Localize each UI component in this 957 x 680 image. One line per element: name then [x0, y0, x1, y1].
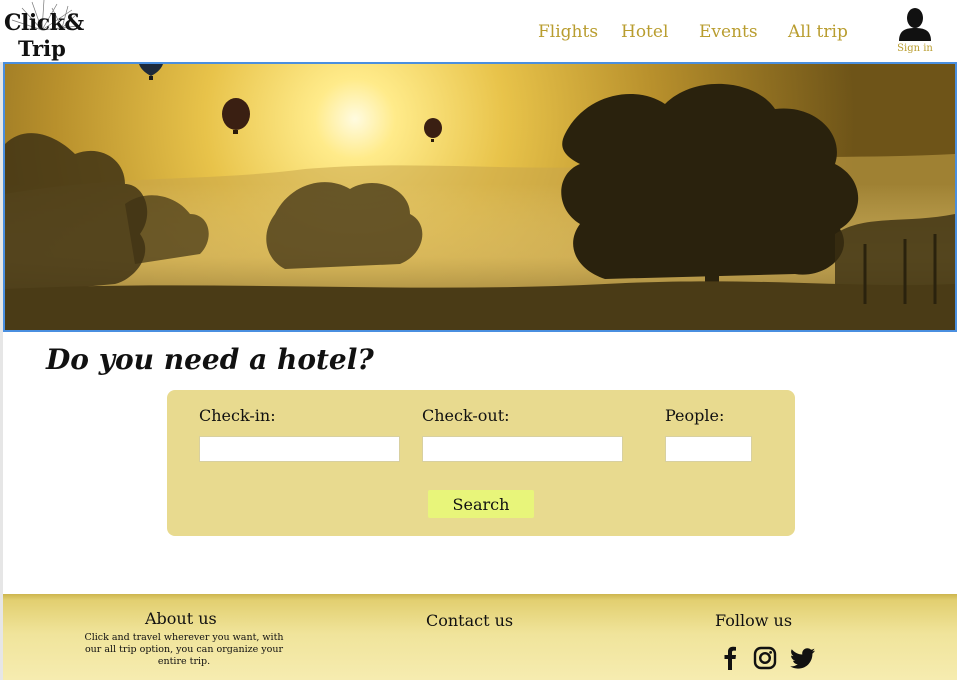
about-us-title[interactable]: About us — [145, 609, 217, 628]
hotel-search-form: Check-in: Check-out: People: Search — [167, 390, 795, 536]
instagram-icon[interactable] — [753, 646, 777, 670]
logo-line2: Trip — [18, 36, 66, 61]
checkout-input[interactable] — [422, 436, 623, 462]
about-us-text: Click and travel wherever you want, with… — [84, 632, 284, 667]
logo-line1: Click& — [4, 10, 84, 36]
people-input[interactable] — [665, 436, 752, 462]
twitter-icon[interactable] — [790, 648, 816, 670]
sign-in-button[interactable]: Sign in — [892, 6, 938, 62]
facebook-icon[interactable] — [723, 646, 737, 670]
hero-banner — [3, 62, 957, 332]
site-footer: About us Click and travel wherever you w… — [3, 594, 957, 680]
site-header: Click& Trip Flights Hotel Events All tri… — [0, 0, 957, 62]
checkout-label: Check-out: — [422, 406, 510, 425]
people-label: People: — [665, 406, 725, 425]
contact-us-link[interactable]: Contact us — [426, 611, 513, 630]
page-title: Do you need a hotel? — [46, 343, 374, 376]
nav-events[interactable]: Events — [699, 22, 758, 42]
sign-in-label: Sign in — [897, 43, 933, 54]
checkin-label: Check-in: — [199, 406, 276, 425]
site-logo[interactable]: Click& Trip — [2, 0, 84, 62]
hero-image — [5, 64, 955, 330]
nav-flights[interactable]: Flights — [538, 22, 598, 42]
user-icon — [899, 8, 931, 41]
follow-us-title: Follow us — [715, 611, 793, 630]
nav-all-trip[interactable]: All trip — [788, 22, 848, 42]
search-button[interactable]: Search — [428, 490, 534, 518]
checkin-input[interactable] — [199, 436, 400, 462]
nav-hotel[interactable]: Hotel — [621, 22, 668, 42]
